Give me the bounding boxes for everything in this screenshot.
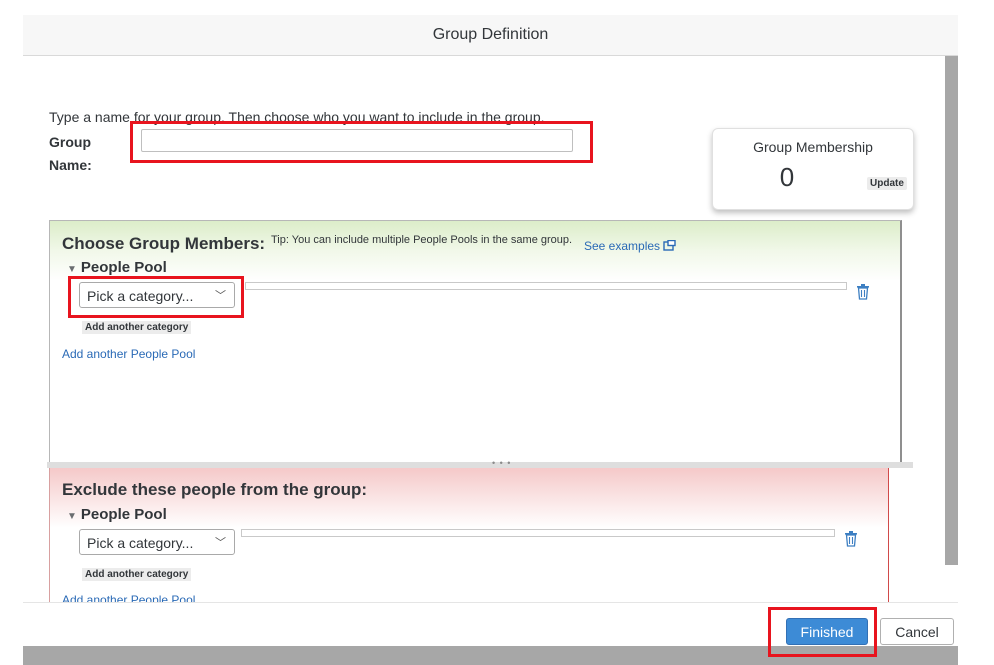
exclude-add-pool-link[interactable]: Add another People Pool bbox=[62, 593, 195, 602]
exclude-add-category-button[interactable]: Add another category bbox=[82, 568, 192, 581]
group-definition-dialog: Group Definition Type a name for your gr… bbox=[23, 15, 958, 665]
include-panel: Choose Group Members: Tip: You can inclu… bbox=[49, 220, 902, 464]
group-name-highlight bbox=[130, 121, 593, 163]
trash-icon[interactable] bbox=[844, 531, 858, 547]
membership-title: Group Membership bbox=[753, 139, 873, 155]
vertical-scrollbar[interactable] bbox=[945, 56, 958, 565]
trash-icon[interactable] bbox=[856, 284, 870, 300]
membership-count: 0 bbox=[779, 162, 795, 192]
dialog-content: Type a name for your group. Then choose … bbox=[23, 56, 945, 602]
group-name-label: Group Name: bbox=[49, 134, 92, 173]
drag-handle-icon: • • • bbox=[492, 458, 512, 468]
update-button[interactable]: Update bbox=[867, 177, 907, 190]
include-add-category-button[interactable]: Add another category bbox=[82, 321, 192, 334]
external-link-icon bbox=[663, 239, 677, 251]
collapse-triangle-icon: ▼ bbox=[67, 264, 77, 275]
cancel-button[interactable]: Cancel bbox=[880, 618, 954, 645]
include-pool-header[interactable]: ▼ People Pool bbox=[67, 259, 167, 276]
category-select-highlight bbox=[68, 276, 244, 318]
collapse-triangle-icon: ▼ bbox=[67, 511, 77, 522]
exclude-panel: Exclude these people from the group: ▼ Pe… bbox=[49, 468, 889, 602]
see-examples-link[interactable]: See examples bbox=[584, 239, 677, 253]
include-heading: Choose Group Members: bbox=[62, 234, 266, 253]
exclude-rule-bar bbox=[241, 529, 835, 537]
exclude-pool-header[interactable]: ▼ People Pool bbox=[67, 506, 167, 523]
see-examples-label: See examples bbox=[584, 239, 661, 253]
include-rule-bar bbox=[245, 282, 847, 290]
exclude-heading: Exclude these people from the group: bbox=[62, 480, 368, 499]
chevron-down-icon: ﹀ bbox=[215, 537, 226, 549]
exclude-category-select[interactable]: Pick a category... ﹀ bbox=[79, 529, 235, 555]
finished-highlight bbox=[768, 607, 877, 657]
dialog-title: Group Definition bbox=[23, 15, 958, 56]
group-membership-card: Group Membership 0 Update bbox=[712, 128, 914, 210]
include-tip: Tip: You can include multiple People Poo… bbox=[271, 234, 573, 246]
include-add-pool-link[interactable]: Add another People Pool bbox=[62, 347, 195, 361]
